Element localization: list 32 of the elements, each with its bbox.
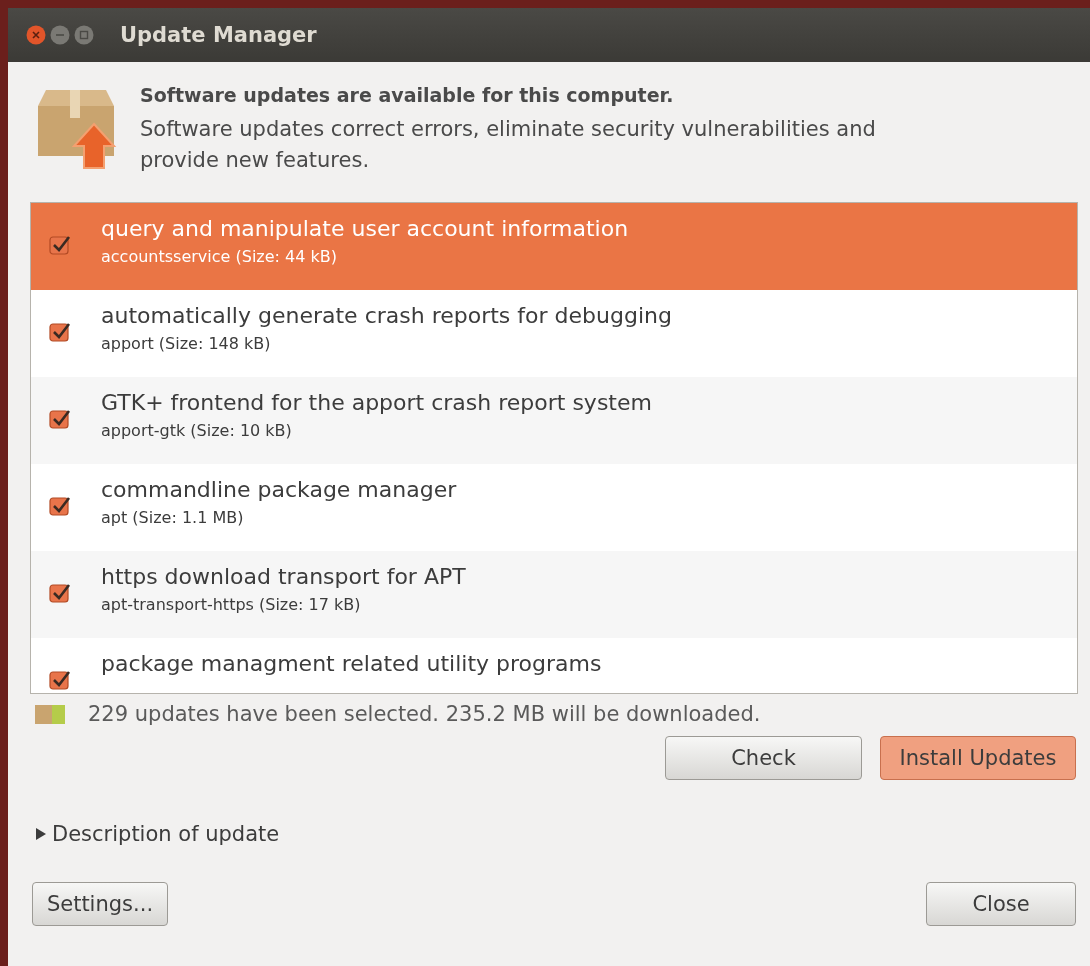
close-button[interactable]: Close xyxy=(926,882,1076,926)
update-summary: package managment related utility programs xyxy=(101,651,602,676)
update-summary: https download transport for APT xyxy=(101,564,466,589)
minimize-icon[interactable] xyxy=(50,25,70,45)
package-icon xyxy=(34,703,66,725)
package-size: apport-gtk (Size: 10 kB) xyxy=(101,421,293,440)
package-size: apt-transport-https (Size: 17 kB) xyxy=(101,595,362,614)
expander-arrow-icon xyxy=(34,827,48,841)
update-summary: automatically generate crash reports for debugging xyxy=(101,303,672,328)
maximize-icon[interactable] xyxy=(74,25,94,45)
description: Software updates correct errors, eliminate security vulnerabilities and provide new features. xyxy=(140,116,877,174)
window-title: Update Manager xyxy=(120,23,317,47)
package-size: apport (Size: 148 kB) xyxy=(101,334,272,353)
settings-button[interactable]: Settings... xyxy=(32,882,168,926)
checkbox[interactable] xyxy=(49,234,71,256)
checkbox[interactable] xyxy=(49,321,71,343)
heading: Software updates are available for this computer. xyxy=(140,84,675,106)
update-summary: GTK+ frontend for the apport crash report system xyxy=(101,390,652,415)
checkbox[interactable] xyxy=(49,495,71,517)
install-updates-button[interactable]: Install Updates xyxy=(880,736,1076,780)
checkbox[interactable] xyxy=(49,582,71,604)
package-size: apt (Size: 1.1 MB) xyxy=(101,508,245,527)
close-icon[interactable] xyxy=(26,25,46,45)
checkbox[interactable] xyxy=(49,669,71,691)
check-button[interactable]: Check xyxy=(665,736,862,780)
package-size: accountsservice (Size: 44 kB) xyxy=(101,247,338,266)
update-row[interactable]: https download transport for APT apt-transport-https (Size: 17 kB) xyxy=(31,551,1077,638)
update-summary: query and manipulate user account information xyxy=(101,216,629,241)
update-row[interactable]: GTK+ frontend for the apport crash report system apport-gtk (Size: 10 kB) xyxy=(31,377,1077,464)
checkbox[interactable] xyxy=(49,408,71,430)
status-text: 229 updates have been selected. 235.2 MB will be downloaded. xyxy=(88,702,761,726)
update-summary: commandline package manager xyxy=(101,477,457,502)
